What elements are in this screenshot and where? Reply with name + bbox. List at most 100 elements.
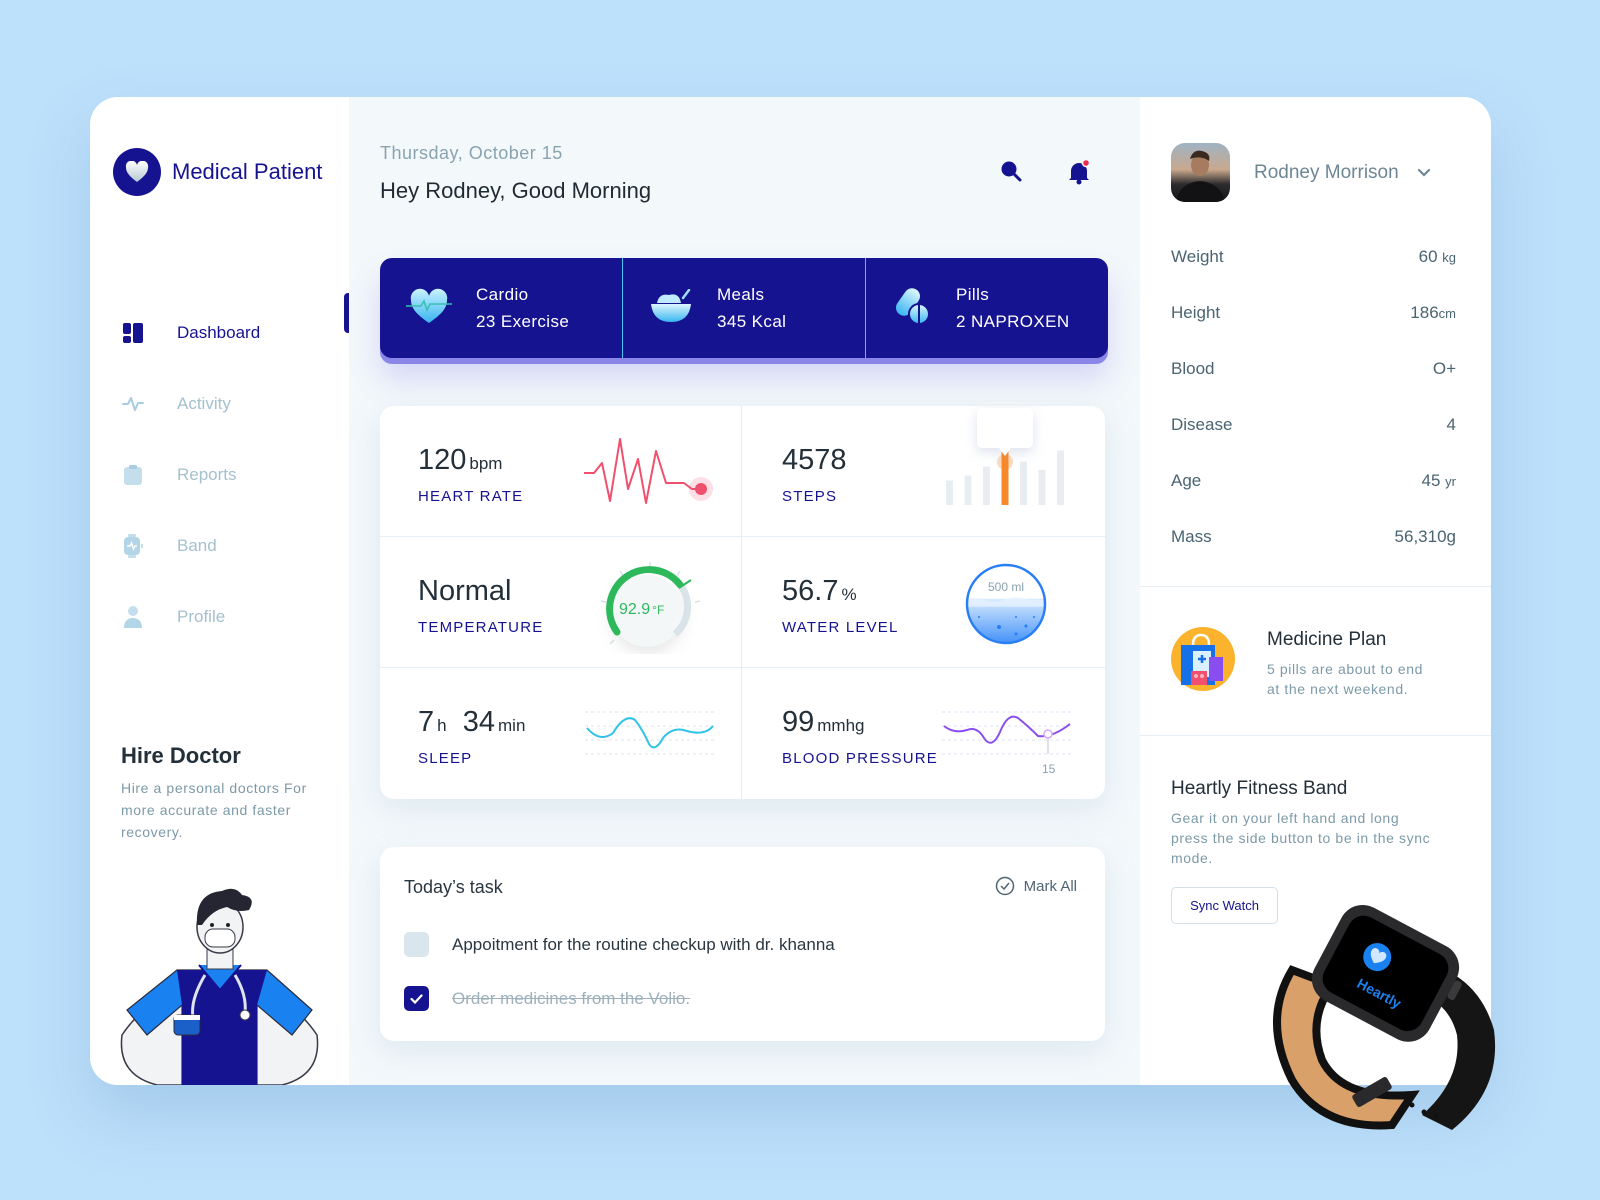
bowl-icon	[649, 288, 693, 328]
sidebar-nav: Dashboard Activity Reports Band Profile	[90, 293, 349, 652]
steps-bar-chart	[946, 408, 1064, 505]
temperature-reading: 92.9	[619, 601, 651, 618]
metric-temperature[interactable]: Normal TEMPERATURE 92.9 °F	[380, 537, 742, 668]
divider	[1140, 735, 1491, 736]
stat-row-weight: Weight 60 kg	[1171, 247, 1456, 303]
banner-title: Cardio	[476, 285, 529, 304]
water-gauge: 500 ml	[964, 562, 1048, 646]
stat-row-mass: Mass 56,310g	[1171, 527, 1456, 583]
steps-bar	[946, 480, 953, 505]
stat-row-disease: Disease 4	[1171, 415, 1456, 471]
heart-rate-label: HEART RATE	[418, 488, 524, 505]
banner-item-cardio[interactable]: Cardio 23 Exercise	[380, 258, 623, 358]
tasks-title: Today’s task	[404, 877, 503, 897]
steps-label: STEPS	[782, 488, 838, 505]
blood-pressure-label: BLOOD PRESSURE	[782, 750, 939, 767]
heart-logo-icon	[113, 148, 161, 196]
header-actions	[999, 158, 1091, 190]
stat-value: 56,310	[1394, 527, 1447, 546]
blood-pressure-value: 99	[782, 706, 815, 738]
notification-bell-icon[interactable]	[1067, 158, 1091, 190]
temperature-label: TEMPERATURE	[418, 619, 544, 636]
medicine-plan-card[interactable]: Medicine Plan 5 pills are about to end a…	[1171, 627, 1437, 699]
stat-label: Height	[1171, 303, 1221, 322]
metric-water-level[interactable]: 56.7% WATER LEVEL 500 ml	[742, 537, 1105, 668]
metric-blood-pressure[interactable]: 99 mmhg BLOOD PRESSURE 15	[742, 668, 1105, 799]
stat-row-height: Height 186cm	[1171, 303, 1456, 359]
profile-menu[interactable]: Rodney Morrison	[1171, 143, 1431, 202]
banner-value: 2 NAPROXEN	[956, 312, 1070, 331]
temperature-value: Normal	[418, 575, 512, 607]
banner-value: 23 Exercise	[476, 312, 570, 331]
watch-icon	[122, 533, 144, 558]
sidebar: Medical Patient Dashboard Activity Repor…	[90, 97, 349, 1085]
sleep-hours-unit: h	[437, 716, 447, 735]
task-checkbox-checked[interactable]	[404, 986, 429, 1011]
stat-unit: yr	[1445, 474, 1456, 489]
logo[interactable]: Medical Patient	[113, 148, 322, 196]
banner-value: 345 Kcal	[717, 312, 787, 331]
stat-unit: kg	[1442, 250, 1456, 265]
current-date: Thursday, October 15	[380, 143, 563, 163]
heart-rate-sparkline	[584, 438, 713, 504]
sidebar-item-label: Profile	[177, 606, 226, 626]
stat-row-age: Age 45 yr	[1171, 471, 1456, 527]
stat-unit: g	[1446, 527, 1456, 546]
hire-doctor-promo[interactable]: Hire Doctor Hire a personal doctors For …	[121, 743, 321, 843]
water-unit: %	[841, 585, 857, 604]
mark-all-button[interactable]: Mark All	[995, 876, 1077, 896]
smartwatch-image: Heartly	[1262, 900, 1502, 1145]
blood-pressure-unit: mmhg	[817, 716, 865, 735]
body-stats-list: Weight 60 kg Height 186cm Blood O+ Disease 4…	[1171, 247, 1456, 583]
stat-value: 4	[1446, 415, 1456, 434]
task-text: Appoitment for the routine checkup with …	[452, 934, 835, 954]
search-icon[interactable]	[999, 159, 1023, 190]
banner-item-meals[interactable]: Meals 345 Kcal	[623, 258, 866, 358]
blood-pressure-sparkline	[942, 711, 1072, 755]
sidebar-item-profile[interactable]: Profile	[90, 581, 349, 652]
metric-steps[interactable]: 4578 STEPS	[742, 406, 1105, 537]
medicine-bag-icon	[1171, 627, 1235, 699]
check-circle-icon	[995, 876, 1014, 896]
daily-summary-banner: Cardio 23 Exercise Meals 345 Kcal Pills …	[380, 258, 1108, 358]
sidebar-item-label: Activity	[177, 393, 231, 413]
water-value: 56.7	[782, 575, 839, 607]
sleep-label: SLEEP	[418, 750, 473, 767]
temperature-reading-unit: °F	[652, 603, 665, 617]
stat-label: Mass	[1171, 527, 1212, 546]
sidebar-item-label: Band	[177, 535, 217, 555]
chevron-down-icon[interactable]	[1417, 168, 1431, 177]
task-checkbox[interactable]	[404, 932, 429, 957]
doctor-illustration	[117, 885, 322, 1085]
health-metrics-grid: 120 bpm HEART RATE 4578 STEPS Normal TEMP…	[380, 406, 1105, 799]
sidebar-item-activity[interactable]: Activity	[90, 368, 349, 439]
activity-icon	[122, 393, 144, 415]
metric-sleep[interactable]: 7h 34 min SLEEP	[380, 668, 742, 799]
steps-value: 4578	[782, 444, 847, 476]
sidebar-item-band[interactable]: Band	[90, 510, 349, 581]
fitness-band-card: Heartly Fitness Band Gear it on your lef…	[1171, 778, 1431, 868]
task-item: Appoitment for the routine checkup with …	[404, 932, 835, 957]
stat-value: 186	[1410, 303, 1439, 322]
blood-pressure-marker-label: 15	[1042, 762, 1056, 776]
water-capacity: 500 ml	[987, 580, 1025, 594]
steps-bar	[964, 475, 972, 505]
steps-bar	[1057, 450, 1064, 505]
sidebar-item-reports[interactable]: Reports	[90, 439, 349, 510]
profile-name: Rodney Morrison	[1254, 161, 1399, 183]
sleep-hours: 7	[418, 706, 435, 738]
sleep-minutes: 34	[462, 706, 495, 738]
heart-rate-value: 120	[418, 444, 467, 476]
user-icon	[122, 605, 144, 628]
stat-label: Weight	[1171, 247, 1224, 266]
greeting: Hey Rodney, Good Morning	[380, 178, 652, 203]
stat-label: Blood	[1171, 359, 1215, 378]
sidebar-item-dashboard[interactable]: Dashboard	[90, 293, 349, 368]
stat-label: Disease	[1171, 415, 1233, 434]
stat-value: O+	[1432, 359, 1456, 378]
sidebar-item-label: Dashboard	[177, 322, 261, 342]
sleep-minutes-unit: min	[498, 716, 526, 735]
metric-heart-rate[interactable]: 120 bpm HEART RATE	[380, 406, 742, 537]
steps-tooltip	[977, 408, 1033, 448]
banner-item-pills[interactable]: Pills 2 NAPROXEN	[866, 258, 1108, 358]
